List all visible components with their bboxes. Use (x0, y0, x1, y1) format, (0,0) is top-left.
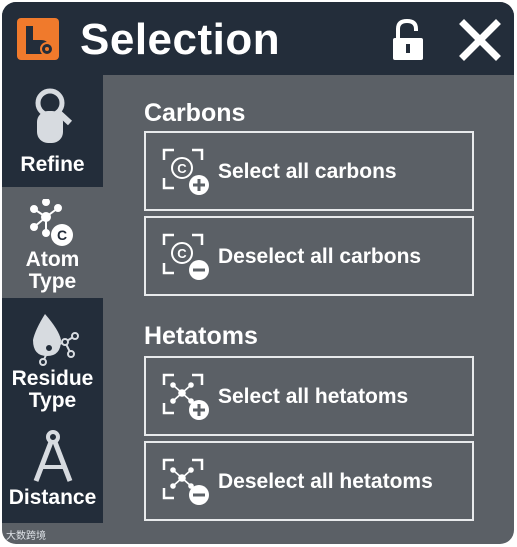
hetatom-deselect-icon (162, 458, 209, 505)
tab-distance[interactable]: Distance (2, 413, 103, 523)
carbon-select-icon: C (162, 148, 209, 195)
tab-label-line2: Type (28, 389, 77, 412)
carbons-section-title: Carbons (144, 99, 246, 127)
selection-panel: Selection Refine C Atom Type Residue Typ… (2, 2, 514, 544)
option-label: Deselect all hetatoms (218, 470, 433, 493)
option-label: Select all hetatoms (218, 385, 409, 408)
tab-residue-type[interactable]: Residue Type (2, 298, 103, 413)
close-icon[interactable] (458, 18, 502, 62)
option-label: Deselect all carbons (218, 245, 422, 268)
refine-search-icon (35, 88, 72, 143)
watermark-text: 大数跨境 (6, 531, 46, 542)
deselect-all-carbons-button[interactable]: C Deselect all carbons (144, 216, 474, 296)
deselect-all-hetatoms-button[interactable]: Deselect all hetatoms (144, 441, 474, 521)
hetatom-select-icon (162, 373, 209, 420)
carbon-deselect-icon: C (162, 233, 209, 280)
svg-text:C: C (177, 161, 187, 176)
residue-drop-icon (32, 314, 79, 366)
compass-icon (33, 430, 72, 482)
hand-gear-icon (17, 18, 59, 60)
tab-label-line1: Residue (11, 367, 94, 390)
atom-carbon-icon: C (29, 199, 73, 246)
tab-label-line2: Type (28, 270, 77, 293)
tab-refine[interactable]: Refine (2, 75, 103, 187)
option-label: Select all carbons (218, 160, 397, 183)
svg-text:C: C (56, 227, 66, 243)
hetatoms-section-title: Hetatoms (144, 322, 258, 350)
tab-label-line1: Atom (25, 248, 80, 271)
page-title: Selection (80, 15, 281, 64)
header-bar: Selection (2, 2, 514, 75)
unlock-icon[interactable] (390, 18, 426, 62)
svg-text:C: C (177, 246, 187, 261)
tab-label: Distance (8, 486, 97, 509)
tab-atom-type[interactable]: C Atom Type (2, 187, 103, 298)
select-all-carbons-button[interactable]: C Select all carbons (144, 131, 474, 211)
select-all-hetatoms-button[interactable]: Select all hetatoms (144, 356, 474, 436)
tab-label: Refine (20, 153, 85, 176)
